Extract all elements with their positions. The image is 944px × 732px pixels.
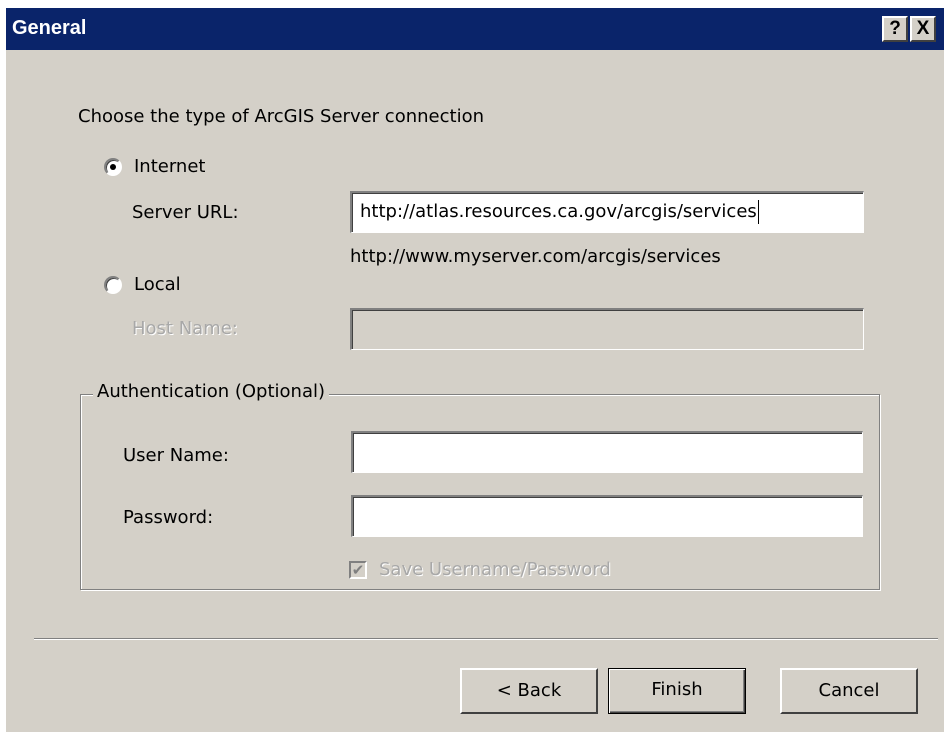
user-name-input[interactable] [351,431,863,473]
host-name-label: Host Name: [132,318,238,339]
server-url-value: http://atlas.resources.ca.gov/arcgis/ser… [360,201,757,222]
connection-type-prompt: Choose the type of ArcGIS Server connect… [78,106,484,127]
close-button[interactable]: X [910,16,936,42]
cancel-button[interactable]: Cancel [780,668,918,714]
save-credentials-label: Save Username/Password [379,559,611,580]
local-radio[interactable] [104,276,122,294]
help-button[interactable]: ? [882,16,908,42]
authentication-group-legend: Authentication (Optional) [93,381,330,402]
password-label: Password: [123,507,214,528]
button-separator [34,638,938,640]
finish-button[interactable]: Finish [608,668,746,714]
close-icon: X [916,18,930,39]
server-url-input[interactable]: http://atlas.resources.ca.gov/arcgis/ser… [350,191,864,233]
authentication-group: Authentication (Optional) User Name: Pas… [80,381,880,590]
save-credentials-checkbox[interactable]: ✔ [349,561,367,579]
window-title: General [12,17,87,39]
password-input[interactable] [351,495,863,537]
help-icon: ? [889,18,901,39]
internet-radio-label[interactable]: Internet [134,156,205,177]
radio-selected-dot [110,164,116,170]
internet-radio[interactable] [104,158,122,176]
checkmark-icon: ✔ [351,561,365,579]
host-name-input[interactable] [350,308,864,350]
user-name-label: User Name: [123,445,229,466]
title-bar[interactable]: General ? X [6,8,944,50]
back-button[interactable]: < Back [460,668,598,714]
server-url-example: http://www.myserver.com/arcgis/services [350,246,721,267]
text-caret [757,200,759,224]
connection-dialog: General ? X Choose the type of ArcGIS Se… [6,8,944,732]
local-radio-label[interactable]: Local [134,274,181,295]
server-url-label: Server URL: [132,202,239,223]
